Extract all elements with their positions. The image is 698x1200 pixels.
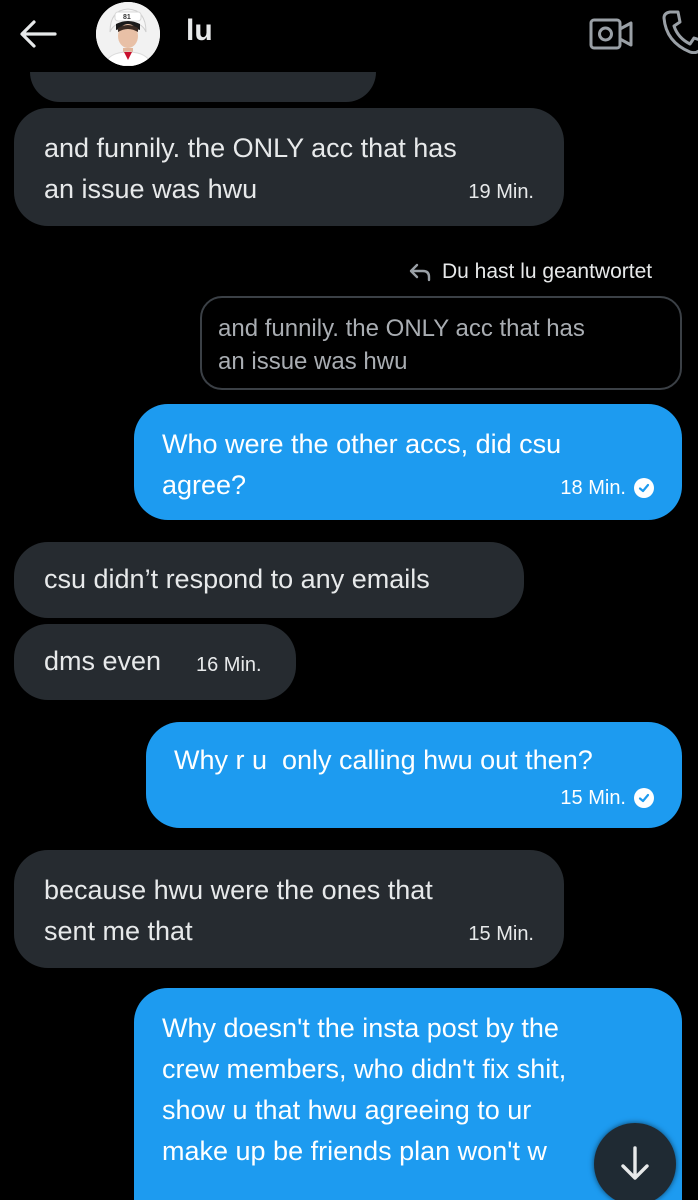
back-button[interactable] [18, 14, 58, 54]
phone-icon [662, 10, 698, 55]
arrow-left-icon [20, 20, 57, 48]
message-timestamp: 15 Min. [468, 923, 534, 945]
read-check-icon [634, 788, 654, 808]
reply-indicator-label: Du hast lu geantwortet [442, 260, 653, 283]
message-timestamp: 18 Min. [560, 477, 626, 499]
scroll-to-bottom-button[interactable] [594, 1123, 676, 1200]
avatar-image: 81 [96, 2, 160, 66]
message-timestamp-row: 18 Min. [560, 476, 654, 500]
message-text: Why r u only calling hwu out then? [174, 745, 593, 775]
arrow-down-icon [621, 1146, 649, 1180]
svg-text:81: 81 [123, 14, 131, 21]
avatar[interactable]: 81 [96, 2, 160, 66]
voice-call-button[interactable] [660, 8, 698, 55]
message-outgoing[interactable]: Who were the other accs, did csu agree? … [134, 404, 682, 520]
reply-indicator: Du hast lu geantwortet [408, 260, 652, 284]
message-timestamp-row: 15 Min. [560, 786, 654, 810]
quoted-message[interactable]: and funnily. the ONLY acc that has an is… [200, 296, 682, 390]
message-timestamp: 15 Min. [560, 787, 626, 809]
conversation-header: 81 lu [0, 0, 698, 72]
read-check-icon [634, 478, 654, 498]
contact-name[interactable]: lu [186, 14, 213, 48]
dm-conversation-screen: 81 lu and funnily. the ONLY acc that has… [0, 0, 698, 1200]
video-camera-icon [589, 18, 633, 50]
message-outgoing[interactable]: Why r u only calling hwu out then? 15 Mi… [146, 722, 682, 828]
reply-arrow-icon [409, 263, 431, 282]
message-text: dms even [44, 646, 162, 676]
message-incoming[interactable]: dms even 16 Min. [14, 624, 296, 700]
message-timestamp: 19 Min. [468, 181, 534, 203]
message-timestamp: 16 Min. [196, 654, 262, 676]
message-text: csu didn’t respond to any emails [44, 564, 430, 594]
video-call-button[interactable] [588, 16, 634, 52]
message-incoming[interactable]: because hwu were the ones that sent me t… [14, 850, 564, 968]
message-incoming[interactable]: and funnily. the ONLY acc that has an is… [14, 108, 564, 226]
message-incoming[interactable]: csu didn’t respond to any emails [14, 542, 524, 618]
